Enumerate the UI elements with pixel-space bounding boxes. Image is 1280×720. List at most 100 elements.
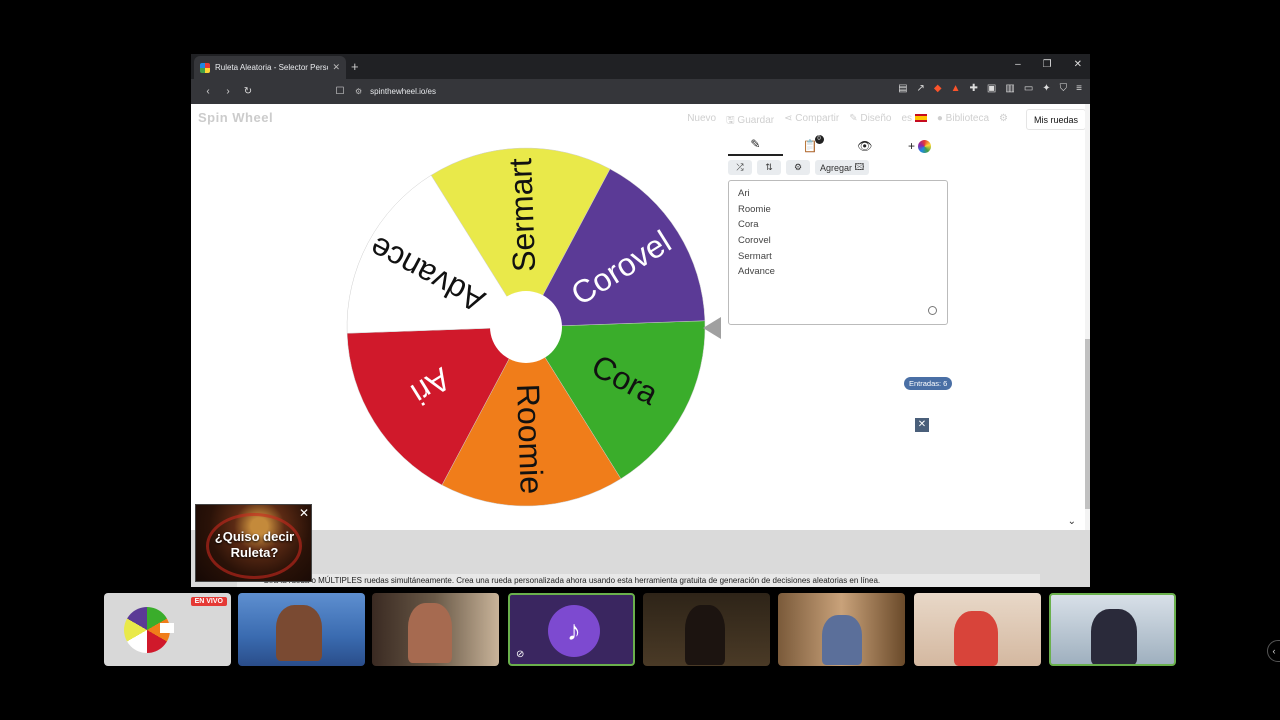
language-label: es	[901, 113, 913, 124]
menu-share[interactable]: ⋖ Compartir	[784, 113, 839, 130]
nav-bar: ‹ › ↻ ☐ ⚙ spinthewheel.io/es ▤ ↗ ◆ ▲ ✚ ▣…	[191, 79, 1090, 104]
top-menu: Nuevo 🖫 Guardar ⋖ Compartir ✎ Diseño es …	[687, 113, 1008, 130]
editor-toolbar: ⤮ ⇅ ⚙ Agregar 🖾	[728, 160, 870, 175]
entry-item[interactable]: Corovel	[738, 233, 938, 249]
ad-text: ¿Quiso decir Ruleta?	[214, 529, 295, 560]
tab-add-color[interactable]: +	[892, 139, 947, 154]
participant-avatar	[954, 611, 998, 666]
my-wheels-button[interactable]: Mis ruedas	[1025, 109, 1086, 130]
chevron-left-icon[interactable]: ‹	[1267, 640, 1280, 662]
menu-library-label: Biblioteca	[945, 113, 990, 124]
tab-hide-icon[interactable]: 👁	[838, 139, 893, 153]
wheel-segment-label: Roomie	[510, 383, 550, 494]
close-icon[interactable]: ✕	[915, 418, 929, 432]
spain-flag-icon	[914, 114, 927, 123]
participant-video-2[interactable]	[372, 593, 499, 666]
tab-close-icon[interactable]: ✕	[332, 62, 340, 73]
add-button-label: Agregar	[820, 162, 853, 173]
screenshot-icon[interactable]: ▣	[987, 83, 996, 94]
entry-item[interactable]: Roomie	[738, 202, 938, 218]
color-wheel-icon	[918, 140, 932, 154]
screen-share-icon	[160, 623, 174, 633]
participant-video-1[interactable]	[238, 593, 365, 666]
reader-icon[interactable]: ▤	[898, 83, 907, 94]
shuffle-icon[interactable]: ⤮	[728, 160, 752, 175]
participant-video-4[interactable]	[643, 593, 770, 666]
tab-title: Ruleta Aleatoria - Selector Perso	[215, 63, 329, 72]
bookmark-icon[interactable]: ☐	[331, 86, 349, 97]
entry-item[interactable]: Ari	[738, 186, 938, 202]
ad-close-icon[interactable]: ✕	[299, 506, 309, 520]
participant-video-7[interactable]	[1049, 593, 1176, 666]
favicon-icon	[200, 62, 210, 73]
scrollbar-thumb[interactable]	[1085, 339, 1090, 509]
wallet-icon[interactable]: ▭	[1024, 83, 1033, 94]
vpn-icon[interactable]: ⛉	[1060, 83, 1068, 94]
wheel-pointer-icon	[703, 317, 721, 339]
entries-textarea[interactable]: Ari Roomie Cora Corovel Sermart Advance	[728, 180, 948, 325]
toolbar-icons: ▤ ↗ ◆ ▲ ✚ ▣ ▥ ▭ ✦ ⛉ ≡	[898, 83, 1082, 94]
live-badge: EN VIVO	[190, 597, 227, 606]
music-note-icon: ♪	[548, 605, 600, 657]
restore-button[interactable]: ❐	[1043, 59, 1052, 70]
sidebar-icon[interactable]: ▥	[1005, 83, 1014, 94]
site-logo[interactable]: Spin Wheel	[198, 110, 273, 125]
spin-wheel[interactable]: CoraRoomieAriAdvanceSermart Corovel	[345, 146, 707, 508]
back-icon[interactable]: ‹	[199, 86, 217, 97]
close-window-button[interactable]: ✕	[1074, 59, 1082, 70]
menu-library[interactable]: ● Biblioteca	[937, 113, 989, 130]
leo-icon[interactable]: ✦	[1042, 83, 1050, 94]
participant-video-6[interactable]	[914, 593, 1041, 666]
entry-item[interactable]: Sermart	[738, 249, 938, 265]
chevron-down-icon[interactable]: ⌄	[1068, 516, 1076, 527]
participant-avatar	[276, 605, 322, 661]
wheel-center-button[interactable]	[490, 291, 562, 363]
new-tab-button[interactable]: +	[351, 59, 359, 74]
brave-shields-icon[interactable]: ◆	[934, 83, 942, 94]
menu-icon[interactable]: ≡	[1076, 83, 1082, 94]
emoji-icon[interactable]	[928, 306, 937, 315]
menu-save-label: Guardar	[737, 115, 775, 126]
menu-design[interactable]: ✎ Diseño	[849, 113, 891, 130]
address-bar[interactable]: ⚙ spinthewheel.io/es	[355, 82, 835, 101]
page-content: Spin Wheel Nuevo 🖫 Guardar ⋖ Compartir ✎…	[191, 104, 1090, 587]
tab-edit-icon[interactable]: ✎	[728, 137, 783, 156]
minimize-button[interactable]: –	[1015, 59, 1021, 70]
menu-share-label: Compartir	[795, 113, 840, 124]
footer-band: Gira la rueda o MÚLTIPLES ruedas simultá…	[191, 530, 1090, 587]
share-icon[interactable]: ↗	[917, 83, 925, 94]
brave-rewards-icon[interactable]: ▲	[951, 83, 961, 94]
ad-banner[interactable]: ¿Quiso decir Ruleta? ✕	[195, 504, 312, 582]
page-scrollbar[interactable]	[1085, 104, 1090, 587]
title-bar: Ruleta Aleatoria - Selector Perso ✕ + – …	[191, 54, 1090, 79]
gear-icon[interactable]: ⚙	[786, 160, 810, 175]
browser-tab[interactable]: Ruleta Aleatoria - Selector Perso ✕	[194, 56, 346, 79]
forward-icon[interactable]: ›	[219, 86, 237, 97]
menu-new[interactable]: Nuevo	[687, 113, 716, 130]
participant-video-5[interactable]	[778, 593, 905, 666]
window-controls: – ❐ ✕	[1015, 59, 1082, 70]
footer-text: Gira la rueda o MÚLTIPLES ruedas simultá…	[237, 574, 1040, 587]
screen-share-thumbnail[interactable]: EN VIVO	[104, 593, 231, 666]
reload-icon[interactable]: ↻	[239, 86, 257, 97]
tab-results-icon[interactable]: 📋 0	[783, 135, 838, 153]
participant-avatar	[822, 615, 862, 665]
add-image-button[interactable]: Agregar 🖾	[815, 160, 870, 175]
wheel-segment-label: Sermart	[502, 157, 542, 272]
video-call-strip: EN VIVO ♪ ⊘	[104, 593, 1180, 666]
participant-audio-only[interactable]: ♪ ⊘	[508, 593, 635, 666]
entry-item[interactable]: Cora	[738, 217, 938, 233]
menu-language[interactable]: es	[902, 113, 927, 130]
participant-avatar	[685, 605, 725, 665]
extensions-icon[interactable]: ✚	[970, 83, 978, 94]
menu-save[interactable]: 🖫 Guardar	[726, 113, 774, 130]
sort-icon[interactable]: ⇅	[757, 160, 781, 175]
results-badge: 0	[814, 135, 824, 144]
editor-tabs: ✎ 📋 0 👁 +	[728, 135, 947, 157]
site-info-icon[interactable]: ⚙	[355, 87, 362, 96]
settings-icon[interactable]: ⚙	[999, 113, 1008, 130]
url-text: spinthewheel.io/es	[370, 87, 436, 96]
menu-design-label: Diseño	[860, 113, 892, 124]
browser-window: Ruleta Aleatoria - Selector Perso ✕ + – …	[191, 54, 1090, 587]
entry-item[interactable]: Advance	[738, 264, 938, 280]
